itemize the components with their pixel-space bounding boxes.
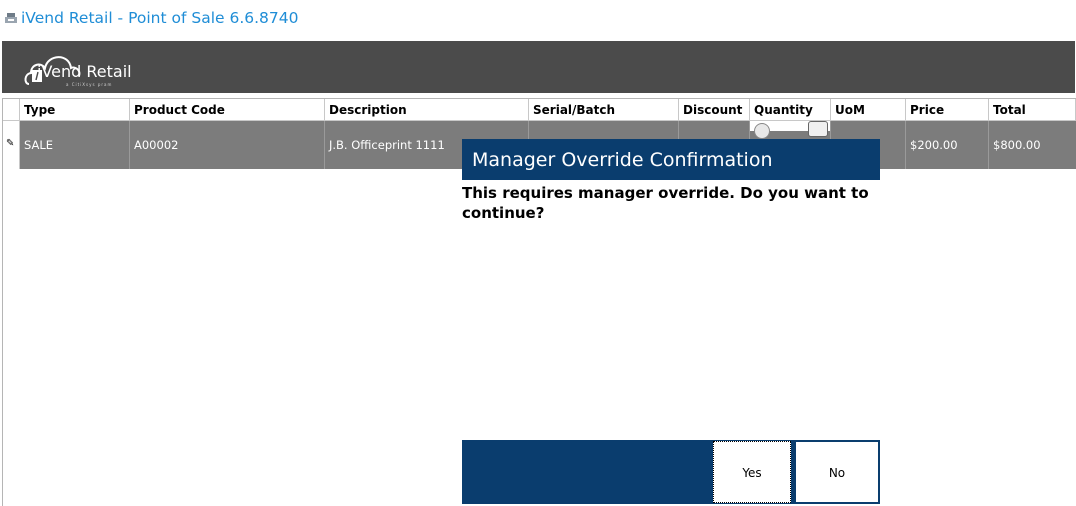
no-button[interactable]: No [795,441,879,503]
cell-type[interactable]: SALE [20,121,130,169]
cell-product-code[interactable]: A00002 [130,121,325,169]
row-header-corner [3,99,20,121]
column-header-price[interactable]: Price [906,99,989,121]
app-header: iVend Retail a CitiXsys pram [2,41,1075,93]
brand-name: iVend Retail [37,62,132,81]
decrement-button[interactable] [754,123,770,139]
pos-app-icon [5,13,17,23]
column-header-discount[interactable]: Discount [679,99,750,121]
quantity-stepper[interactable] [750,121,830,139]
dialog-footer: Yes No [462,440,880,504]
dialog-title: Manager Override Confirmation [472,149,773,171]
column-header-total[interactable]: Total [989,99,1076,121]
column-header-product-code[interactable]: Product Code [130,99,325,121]
yes-button[interactable]: Yes [713,441,791,503]
window-titlebar: iVend Retail - Point of Sale 6.6.8740 [0,0,1076,40]
row-indicator[interactable]: ✎ [3,121,20,169]
column-header-type[interactable]: Type [20,99,130,121]
dialog-titlebar: Manager Override Confirmation [462,139,880,180]
dialog-message: This requires manager override. Do you w… [462,184,869,222]
column-header-serial-batch[interactable]: Serial/Batch [529,99,679,121]
column-header-uom[interactable]: UoM [831,99,906,121]
column-header-description[interactable]: Description [325,99,529,121]
brand-subtitle: a CitiXsys pram [66,82,113,87]
column-header-quantity[interactable]: Quantity [750,99,831,121]
dialog-body: This requires manager override. Do you w… [462,180,880,440]
increment-button[interactable] [808,121,828,137]
cell-total[interactable]: $800.00 [989,121,1076,169]
pencil-edit-icon: ✎ [6,138,15,149]
window-title: iVend Retail - Point of Sale 6.6.8740 [21,9,299,27]
cell-price[interactable]: $200.00 [906,121,989,169]
